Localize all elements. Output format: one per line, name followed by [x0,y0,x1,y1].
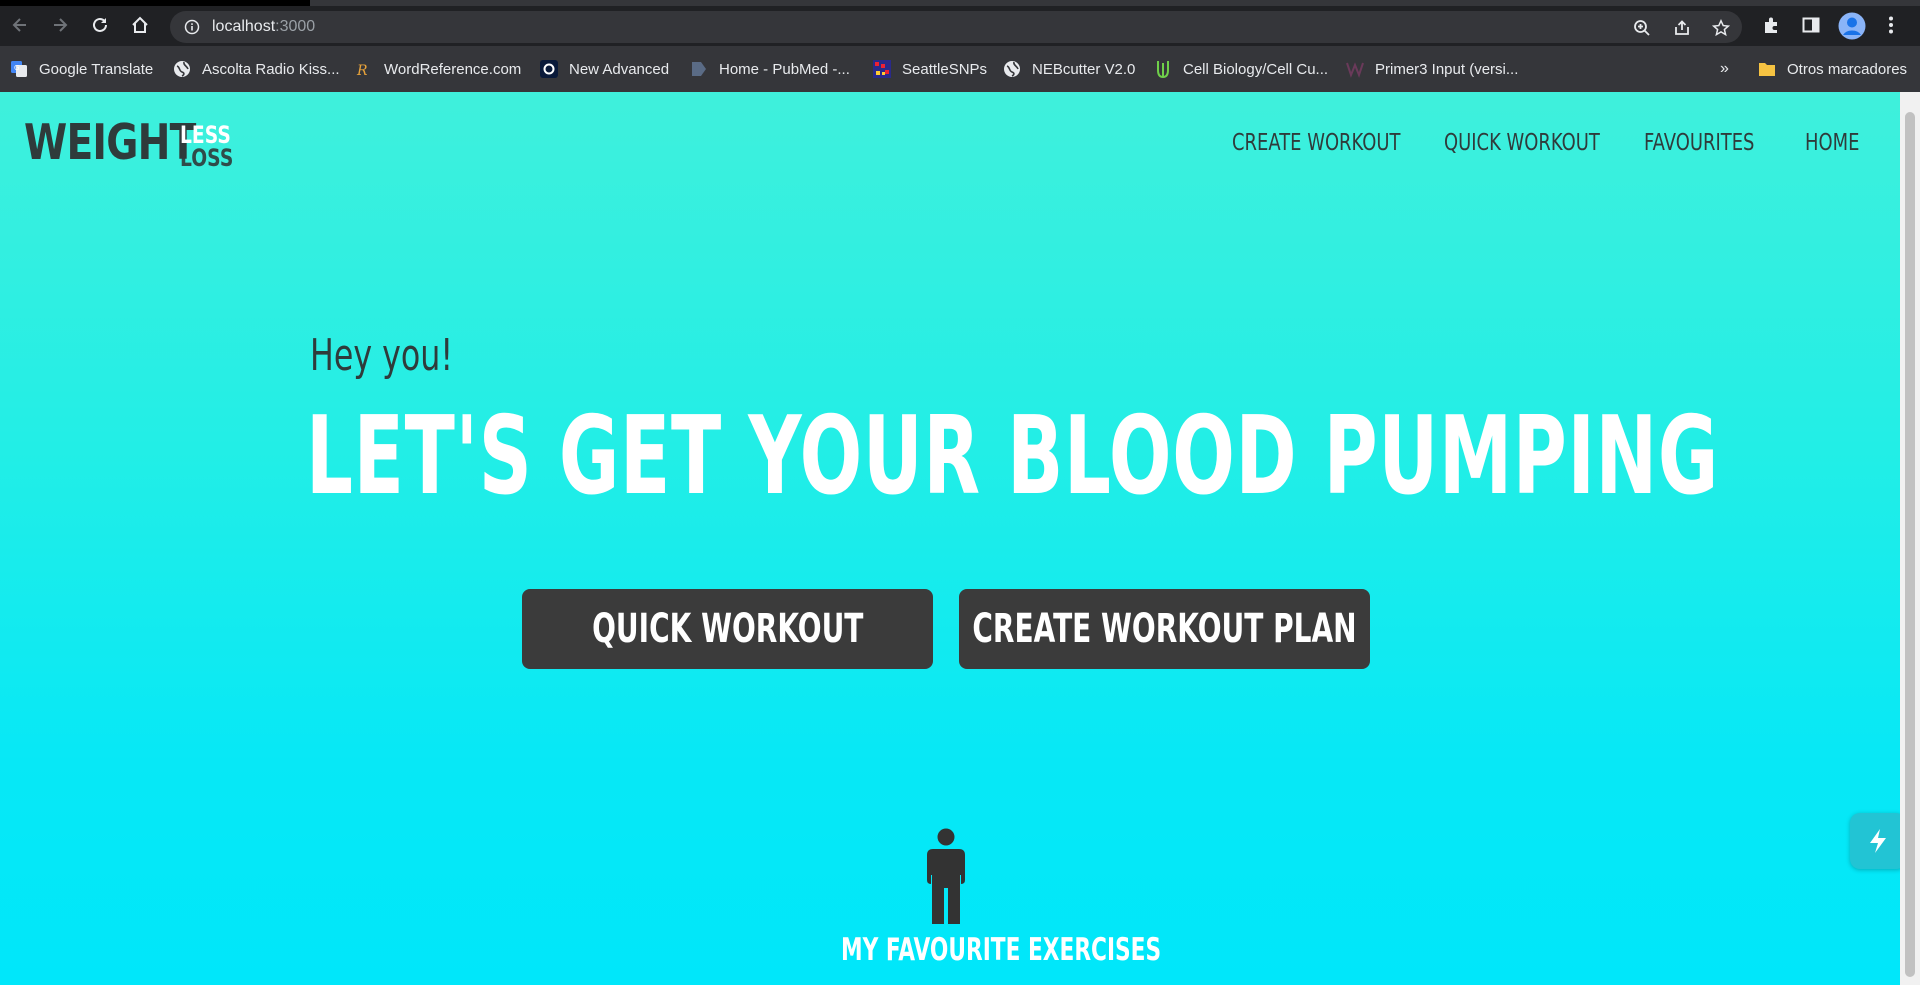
profile-avatar-icon[interactable] [1838,12,1866,40]
seattlesnps-icon [873,60,891,78]
wordreference-icon: R [355,60,373,78]
favourite-exercises-link[interactable]: MY FAVOURITE EXERCISES [841,932,1161,968]
forward-arrow-icon [54,18,68,32]
google-translate-icon: G [10,60,28,78]
bookmark-label: New Advanced [569,60,670,78]
page-viewport: WEIGHT LESS LOSS CREATE WORKOUT QUICK WO… [0,92,1900,985]
page-scrollbar[interactable] [1900,92,1920,985]
share-icon[interactable] [1672,18,1692,38]
hero-headline: LET'S GET YOUR BLOOD PUMPING [306,394,1720,519]
address-bar[interactable]: localhost:3000 [170,11,1742,43]
nav-favourites[interactable]: FAVOURITES [1644,130,1754,156]
create-workout-plan-button[interactable]: CREATE WORKOUT PLAN [959,589,1370,669]
bookmark-seattlesnps[interactable]: SeattleSNPs [873,58,987,80]
site-logo[interactable]: WEIGHT LESS LOSS [24,114,248,172]
site-info-icon[interactable] [184,19,200,39]
bookmarks-overflow-button[interactable]: » [1720,58,1729,80]
menu-kebab-icon[interactable] [1880,14,1902,36]
logo-weight-text: WEIGHT [24,114,196,171]
scrollbar-thumb[interactable] [1905,112,1915,977]
bookmark-label: Primer3 Input (versi... [1375,60,1519,78]
nav-create-workout[interactable]: CREATE WORKOUT [1232,130,1401,156]
reload-icon [93,17,107,32]
primer3-icon [1346,60,1364,78]
create-workout-plan-button-label: CREATE WORKOUT PLAN [972,606,1357,652]
globe-icon [1003,60,1021,78]
quick-workout-button[interactable]: QUICK WORKOUT [522,589,933,669]
bookmark-cell-biology[interactable]: Cell Biology/Cell Cu... [1154,58,1328,80]
bookmark-wordreference[interactable]: R WordReference.com [355,58,521,80]
bookmark-star-icon[interactable] [1711,18,1731,38]
tab-strip [0,0,1920,6]
logo-loss-text: LOSS [180,144,234,172]
home-icon [132,16,148,33]
back-arrow-icon [12,18,26,32]
bookmark-pubmed[interactable]: Home - PubMed -... [690,58,850,80]
overflow-chevron-icon: » [1720,60,1729,77]
floating-extension-widget[interactable] [1850,813,1906,869]
bookmark-label: Google Translate [39,60,154,78]
other-bookmarks-label: Otros marcadores [1787,60,1908,78]
bookmark-label: Ascolta Radio Kiss... [202,60,340,78]
svg-text:G: G [14,64,19,72]
other-bookmarks-folder[interactable]: Otros marcadores [1758,58,1907,80]
home-button[interactable] [128,13,152,37]
browser-toolbar: localhost:3000 [0,0,1920,46]
bookmark-label: SeattleSNPs [902,60,988,78]
url-text: localhost:3000 [212,18,315,36]
person-icon[interactable] [924,828,968,924]
bookmark-primer3[interactable]: Primer3 Input (versi... [1346,58,1518,80]
zoom-icon[interactable] [1632,18,1652,38]
svg-text:R: R [356,63,368,78]
bookmark-label: NEBcutter V2.0 [1032,60,1136,78]
bookmark-nebcutter[interactable]: NEBcutter V2.0 [1003,58,1135,80]
reload-button[interactable] [88,13,112,37]
globe-icon [173,60,191,78]
bookmark-google-translate[interactable]: G Google Translate [10,58,153,80]
nav-quick-workout[interactable]: QUICK WORKOUT [1444,130,1600,156]
bookmark-label: Cell Biology/Cell Cu... [1183,60,1329,78]
quick-workout-button-label: QUICK WORKOUT [591,606,864,652]
side-panel-icon[interactable] [1800,14,1822,36]
bookmark-new-advanced[interactable]: New Advanced [540,58,669,80]
hero-greeting: Hey you! [310,330,454,381]
active-tab-edge [310,0,1920,6]
pubmed-icon [690,60,708,78]
cell-biology-icon [1154,60,1172,78]
lightning-icon [1870,829,1886,853]
nav-home[interactable]: HOME [1805,130,1859,156]
url-port: :3000 [275,18,316,35]
bookmark-label: Home - PubMed -... [719,60,850,78]
bookmark-label: WordReference.com [384,60,522,78]
bookmarks-bar: G Google Translate Ascolta Radio Kiss...… [0,46,1920,92]
bookmark-ascolta-radio[interactable]: Ascolta Radio Kiss... [173,58,340,80]
forward-button[interactable] [48,13,72,37]
extensions-puzzle-icon[interactable] [1760,14,1782,36]
folder-icon [1758,60,1776,78]
back-button[interactable] [8,13,32,37]
url-host: localhost [212,18,276,35]
logo-subtext: LESS LOSS [180,123,248,172]
o-logo-icon [540,60,558,78]
